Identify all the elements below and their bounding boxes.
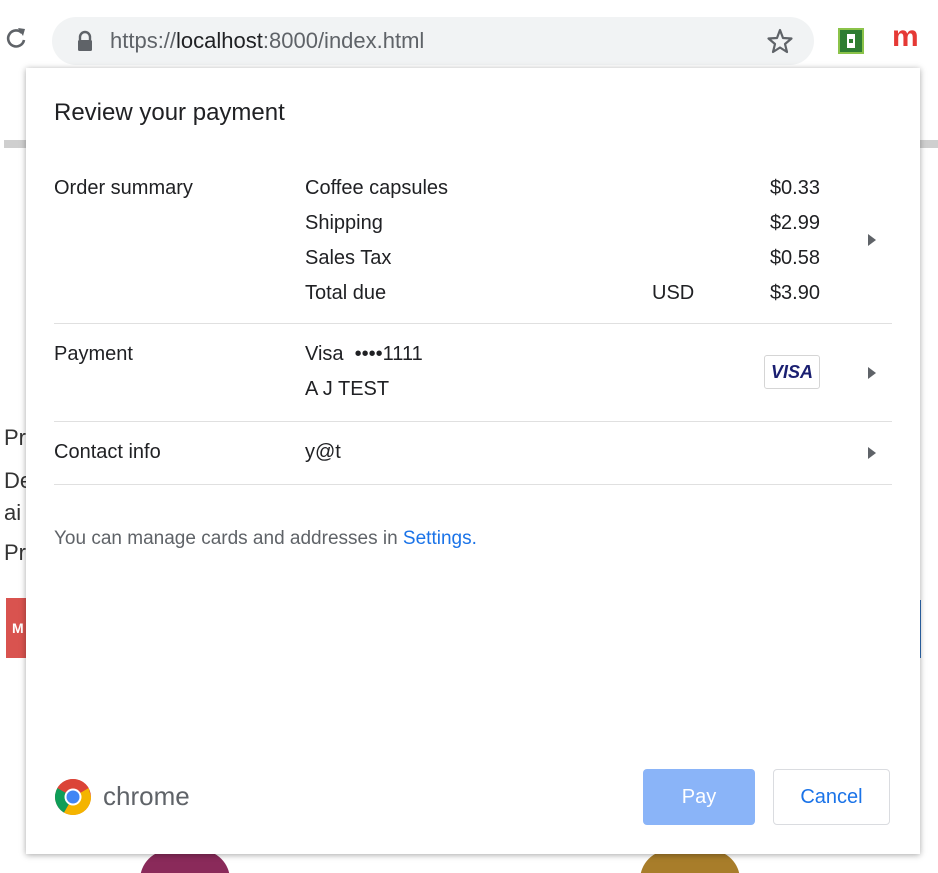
extension-m-icon[interactable]: m — [892, 20, 919, 54]
payment-dialog: Review your payment Order summary Coffee… — [26, 68, 920, 854]
order-summary-section[interactable]: Order summary Coffee capsules $0.33 Ship… — [54, 170, 892, 324]
expand-arrow-icon[interactable] — [868, 447, 876, 459]
total-price: $3.90 — [769, 282, 820, 304]
url-prefix: https:// — [110, 28, 177, 53]
extension-icon[interactable] — [838, 28, 864, 54]
contact-info-section[interactable]: Contact info y@t — [54, 422, 892, 485]
expand-arrow-icon[interactable] — [868, 367, 876, 379]
line-item-name: Shipping — [305, 212, 383, 234]
line-item-price: $0.58 — [769, 247, 820, 269]
visa-badge-label: VISA — [771, 362, 814, 382]
settings-note: You can manage cards and addresses in Se… — [54, 528, 477, 550]
line-item-price: $0.33 — [769, 177, 820, 199]
expand-arrow-icon[interactable] — [868, 234, 876, 246]
line-item-price: $2.99 — [769, 212, 820, 234]
url-text[interactable]: https://localhost:8000/index.html — [110, 28, 424, 54]
bookmark-star-icon[interactable] — [766, 27, 794, 55]
address-bar[interactable]: https://localhost:8000/index.html — [52, 17, 814, 65]
card-number: Visa ••••1111 — [305, 343, 423, 365]
screen: https://localhost:8000/index.html m Pr D… — [0, 0, 938, 873]
settings-note-text: You can manage cards and addresses in — [54, 528, 403, 549]
url-rest: :8000/index.html — [262, 28, 425, 53]
contact-email: y@t — [305, 441, 341, 463]
cancel-button[interactable]: Cancel — [773, 769, 890, 825]
dialog-title: Review your payment — [54, 99, 285, 126]
line-item-name: Coffee capsules — [305, 177, 449, 199]
page-divider — [918, 140, 938, 148]
page-button[interactable]: M — [6, 598, 26, 658]
page-text: Pr — [4, 540, 26, 565]
currency-code: USD — [652, 282, 695, 304]
chrome-logo-icon — [54, 778, 91, 816]
reload-icon[interactable] — [2, 24, 30, 52]
pay-button[interactable]: Pay — [643, 769, 755, 825]
page-divider — [4, 140, 26, 148]
visa-card-icon: VISA — [764, 355, 820, 389]
total-label: Total due — [305, 282, 387, 304]
contact-info-label: Contact info — [54, 441, 161, 463]
page-button-label: M — [12, 620, 24, 636]
card-holder: A J TEST — [305, 378, 390, 400]
order-summary-label: Order summary — [54, 177, 193, 199]
lock-icon[interactable] — [76, 30, 94, 52]
payment-label: Payment — [54, 343, 133, 365]
page-text: ai — [4, 500, 22, 525]
url-host: localhost — [176, 28, 263, 53]
settings-link[interactable]: Settings. — [403, 528, 477, 549]
payment-section[interactable]: Payment Visa ••••1111 A J TEST VISA — [54, 324, 892, 422]
page-text: Pr — [4, 425, 26, 450]
browser-toolbar: https://localhost:8000/index.html m — [0, 0, 938, 72]
line-item-name: Sales Tax — [305, 247, 392, 269]
chrome-brand-text: chrome — [103, 781, 190, 811]
